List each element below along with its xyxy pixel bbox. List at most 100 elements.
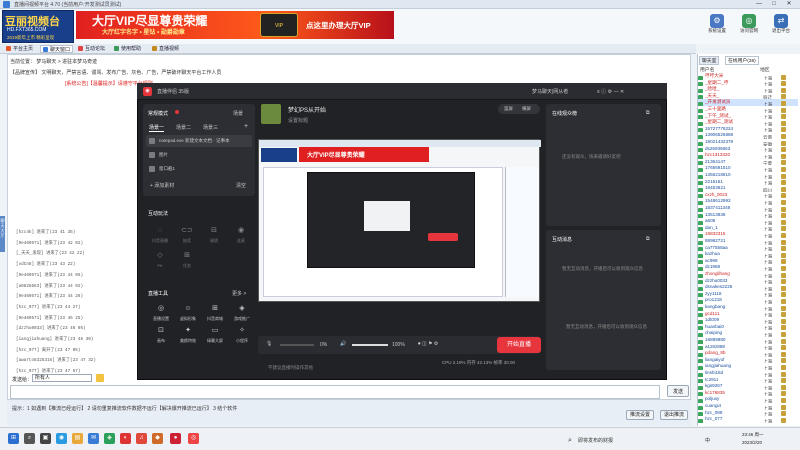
header-button-1[interactable]: ◎ 访问官网 — [735, 14, 763, 42]
user-row[interactable]: 18832315上海 — [698, 231, 798, 238]
user-row[interactable]: ac998上海 — [698, 258, 798, 265]
user-row[interactable]: linshi18d上海 — [698, 370, 798, 377]
tools-more-link[interactable]: 更多 > — [232, 290, 246, 297]
scene-tab-2[interactable]: 场景三 — [203, 124, 218, 131]
landscape-mode[interactable]: 横屏 — [522, 106, 531, 112]
taskbar-time[interactable]: 23:46 周一 — [742, 432, 764, 438]
tab-0[interactable]: 平台主页 — [4, 45, 35, 53]
switch-scene-button[interactable]: 场景 — [233, 110, 243, 117]
tab-2[interactable]: 互动论坛 — [76, 45, 107, 53]
stream-settings-button[interactable]: 推流设置 — [626, 410, 654, 420]
taskbar-app-icon[interactable]: ● — [170, 433, 181, 444]
user-row[interactable]: 哼哼大米上海 — [698, 73, 798, 80]
recipient-select[interactable]: 所有人 — [32, 374, 92, 382]
user-row[interactable]: a608上海 — [698, 218, 798, 225]
user-row[interactable]: gcd111上海 — [698, 311, 798, 318]
send-button[interactable]: 发送 — [667, 385, 689, 397]
maximize-button[interactable]: □ — [767, 0, 781, 9]
user-row[interactable]: 1548612993上海 — [698, 198, 798, 205]
user-row[interactable]: chaiping上海 — [698, 330, 798, 337]
tool-item[interactable]: ✦ 美颜特效 — [176, 324, 200, 344]
user-row[interactable]: 13513836上海 — [698, 212, 798, 219]
speaker-volume-slider[interactable] — [352, 344, 388, 346]
stream-cover-image[interactable] — [261, 104, 281, 124]
taskbar-date[interactable]: 2023/2/20 — [742, 440, 762, 445]
stream-title[interactable]: 梦幻PS从开始 — [288, 105, 326, 114]
user-row[interactable]: _三十里路上海 — [698, 106, 798, 113]
taskbar-app-icon[interactable]: ⊞ — [8, 433, 19, 444]
mic-volume-slider[interactable] — [280, 344, 314, 346]
taskbar-app-icon[interactable]: ◐ — [120, 433, 131, 444]
emoji-icon[interactable] — [96, 374, 104, 382]
interact-item[interactable]: ◉ 连麦 — [230, 224, 252, 246]
user-row[interactable]: 21364147宁夏 — [698, 159, 798, 166]
user-row[interactable]: hzc_088上海 — [698, 410, 798, 417]
user-row[interactable]: 15727776224上海 — [698, 126, 798, 133]
scene-tab-1[interactable]: 场景二 — [176, 124, 191, 131]
site-logo[interactable]: 豆丽视频台 HD.FXT365.COM 2019新年上市 精彩呈现 — [2, 10, 74, 43]
tab-1[interactable]: 聊天窗口 — [40, 45, 74, 53]
user-row[interactable]: a1z8z888上海 — [698, 344, 798, 351]
userlist-tab-1[interactable]: 在线用户(38) — [725, 56, 759, 65]
minimize-button[interactable]: — — [752, 0, 766, 9]
tool-item[interactable]: ▭ 绿幕大屏 — [203, 324, 227, 344]
user-row[interactable]: hzc_077 上海 — [698, 416, 798, 423]
interact-item[interactable]: ⊂⊃ 抽奖 — [176, 224, 198, 246]
scene-mode-label[interactable]: 常规模式 — [148, 110, 168, 117]
taskbar-app-icon[interactable]: ⌕ — [24, 433, 35, 444]
header-button-2[interactable]: ⇄ 退出平台 — [767, 14, 795, 42]
user-row[interactable]: huanbai0上海 — [698, 324, 798, 331]
taskbar-app-icon[interactable]: ♫ — [136, 433, 147, 444]
source-item[interactable]: 窗口截1 — [146, 163, 252, 175]
user-row[interactable]: dz1968上海 — [698, 264, 798, 271]
userlist-tab-0[interactable]: 聊天室 — [699, 56, 720, 65]
ime-indicator[interactable]: 中 — [705, 437, 710, 444]
user-row[interactable]: 18021432378安徽 — [698, 139, 798, 146]
obs-user[interactable]: 梦马聊天|网从者 — [532, 88, 568, 95]
user-row[interactable]: tc2911上海 — [698, 377, 798, 384]
user-row[interactable]: cuangi4上海 — [698, 403, 798, 410]
user-row[interactable]: _开发测试员上海 — [698, 99, 798, 106]
source-item[interactable]: notepad.exe 新建文本文档 · 记事本 — [146, 135, 252, 147]
audience-popout-icon[interactable]: ⧉ — [646, 110, 650, 116]
scene-tab-0[interactable]: 场景一 — [149, 124, 165, 132]
interaction-popout-icon[interactable]: ⧉ — [646, 236, 650, 242]
start-live-button[interactable]: 开始直播 — [497, 337, 541, 353]
user-row[interactable]: 18453621四川 — [698, 185, 798, 192]
stream-subtitle[interactable]: 设置标题 — [288, 117, 308, 124]
user-row[interactable]: ds26936653上海 — [698, 146, 798, 153]
user-row[interactable]: 1765691510上海 — [698, 165, 798, 172]
record-icons[interactable]: ⏺ ◫ ⚑ ⚙ — [418, 341, 438, 347]
portrait-mode[interactable]: 竖屏 — [504, 106, 513, 112]
tool-item[interactable]: ⊞ 抖音商城 — [203, 302, 227, 322]
user-row[interactable]: dzzhu0033上海 — [698, 278, 798, 285]
user-row[interactable]: 88982721上海 — [698, 238, 798, 245]
message-input[interactable] — [10, 385, 660, 399]
user-row[interactable]: ca77558aa上海 — [698, 245, 798, 252]
taskbar-app-icon[interactable]: ◆ — [152, 433, 163, 444]
taskbar-app-icon[interactable]: ▣ — [40, 433, 51, 444]
user-row[interactable]: hzc1313320上海 — [698, 152, 798, 159]
user-row[interactable]: 1dt009上海 — [698, 317, 798, 324]
orientation-toggle[interactable]: 竖屏 横屏 — [498, 104, 540, 114]
user-row[interactable]: dan_1上海 — [698, 225, 798, 232]
user-row[interactable]: cxzh_0023上海 — [698, 192, 798, 199]
taskbar-app-icon[interactable]: ◉ — [56, 433, 67, 444]
user-row[interactable]: poljuxy上海 — [698, 396, 798, 403]
taskbar-app-icon[interactable]: ▤ — [72, 433, 83, 444]
side-tab-chat-hall[interactable]: 聊天大厅 — [0, 216, 5, 252]
user-row[interactable]: _天天_宿迁 — [698, 93, 798, 100]
user-row[interactable]: kgs9267上海 — [698, 383, 798, 390]
user-row[interactable]: kc176835上海 — [698, 390, 798, 397]
user-row[interactable]: 1837411348上海 — [698, 205, 798, 212]
user-row[interactable]: pdang_8b上海 — [698, 350, 798, 357]
user-row[interactable]: zyy1118上海 — [698, 291, 798, 298]
user-row[interactable]: kazhua上海 — [698, 251, 798, 258]
tab-3[interactable]: 使用帮助 — [112, 45, 143, 53]
interact-item[interactable]: ◇ PK — [149, 249, 171, 271]
user-row[interactable]: _星期二_哼上海 — [698, 80, 798, 87]
user-row[interactable]: _下午_测试_上海 — [698, 113, 798, 120]
add-scene-button[interactable]: + — [244, 123, 248, 130]
tool-item[interactable]: ◈ 游戏推广 — [230, 302, 254, 322]
tool-item[interactable]: ◎ 直播设置 — [149, 302, 173, 322]
